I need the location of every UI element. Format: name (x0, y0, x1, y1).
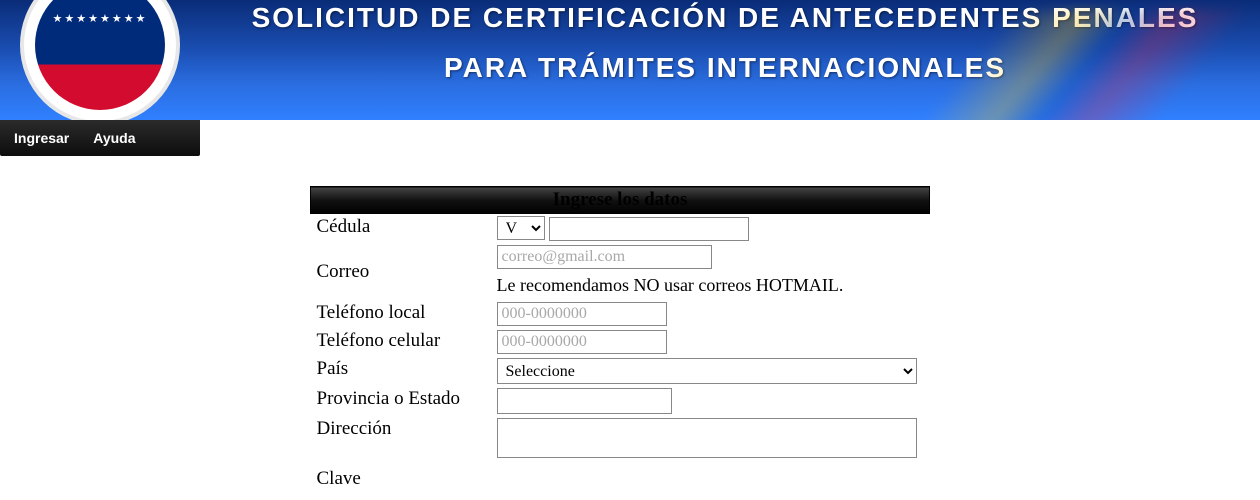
label-correo: Correo (311, 243, 491, 300)
label-tel-local: Teléfono local (311, 300, 491, 328)
navbar: Ingresar Ayuda (0, 120, 200, 156)
label-clave: Clave (311, 466, 491, 492)
form-header: Ingrese los datos (311, 187, 930, 214)
email-note: Le recomendamos NO usar correos HOTMAIL. (497, 275, 924, 296)
seal-stars-icon: ★★★★★★★★ (53, 12, 148, 25)
label-provincia: Provincia o Estado (311, 386, 491, 416)
cedula-type-select[interactable]: V (497, 216, 545, 240)
title-line-2: PARA TRÁMITES INTERNACIONALES (210, 50, 1240, 86)
label-cedula: Cédula (311, 214, 491, 244)
pais-select[interactable]: Seleccione (497, 358, 917, 384)
nav-ayuda[interactable]: Ayuda (93, 130, 135, 146)
header-banner: ★★★★★★★★ SOLICITUD DE CERTIFICACIÓN DE A… (0, 0, 1260, 120)
email-input[interactable] (497, 245, 712, 269)
label-tel-celular: Teléfono celular (311, 328, 491, 356)
provincia-input[interactable] (497, 388, 672, 414)
tel-celular-input[interactable] (497, 330, 667, 354)
form-container: Ingrese los datos Cédula V Correo Le rec… (0, 186, 1260, 492)
government-seal: ★★★★★★★★ (20, 0, 180, 120)
tel-local-input[interactable] (497, 302, 667, 326)
direccion-input[interactable] (497, 418, 917, 458)
label-pais: País (311, 356, 491, 386)
nav-ingresar[interactable]: Ingresar (14, 130, 69, 146)
label-direccion: Dirección (311, 416, 491, 466)
cedula-input[interactable] (549, 217, 749, 241)
page-title: SOLICITUD DE CERTIFICACIÓN DE ANTECEDENT… (210, 0, 1240, 87)
title-line-1: SOLICITUD DE CERTIFICACIÓN DE ANTECEDENT… (252, 2, 1199, 33)
